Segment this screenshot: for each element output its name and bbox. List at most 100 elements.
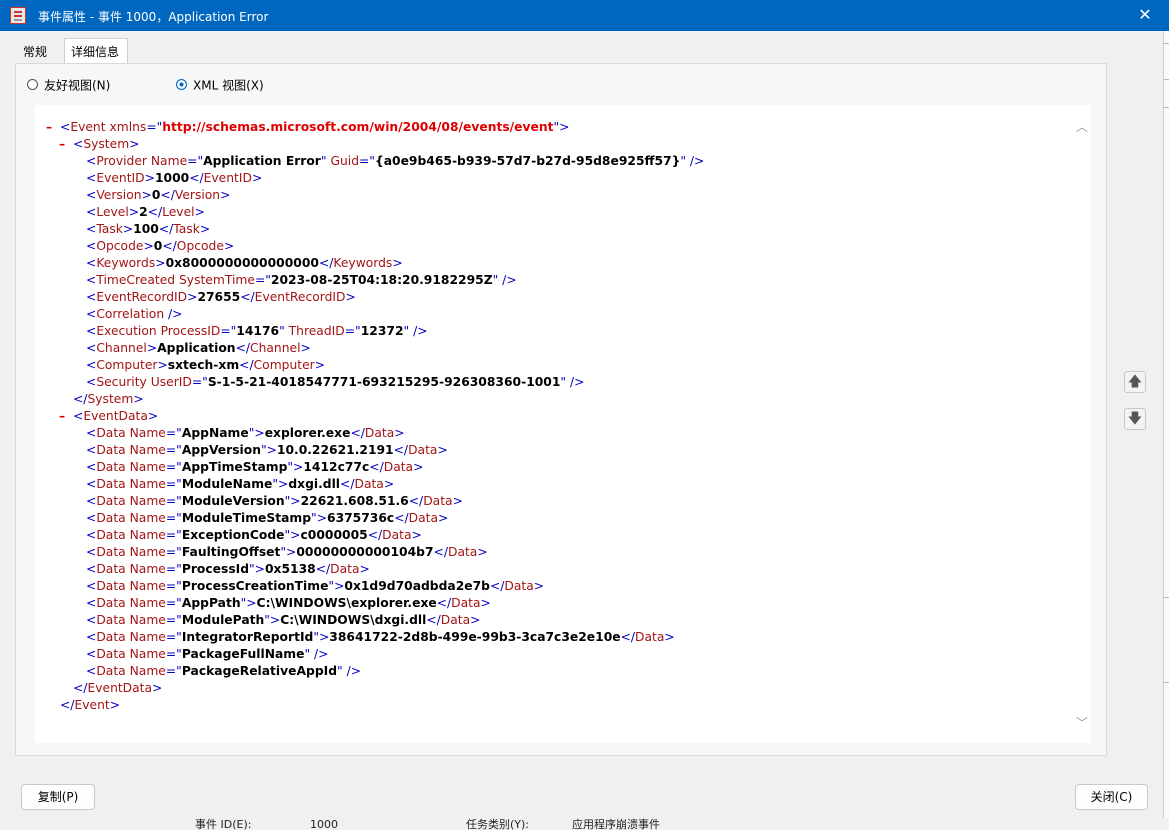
xml-tag: > (392, 256, 403, 270)
xml-val: 0x1d9d70adbda2e7b (344, 579, 490, 593)
xml-tag: > (128, 205, 140, 219)
xml-tag: > (251, 171, 263, 185)
friendly-view-radio[interactable]: 友好视图(N) (27, 77, 110, 93)
xml-val: ModuleName (181, 477, 273, 491)
xml-tag: "> (313, 630, 330, 644)
xml-tag: =" (165, 545, 182, 559)
collapse-toggle-icon[interactable]: – (59, 136, 65, 153)
xml-name: TimeCreated (96, 273, 179, 287)
xml-val: AppVersion (181, 443, 261, 457)
xml-tag: =" (165, 664, 182, 678)
tab-general[interactable]: 常规 (17, 41, 65, 63)
xml-tag: =" (165, 443, 182, 457)
xml-tag: "> (311, 511, 328, 525)
xml-tag: < (73, 137, 84, 151)
xml-name: Data (383, 460, 414, 474)
xml-tag: < (86, 307, 97, 321)
background-window-right-edge (1163, 31, 1169, 830)
xml-tag: </ (162, 239, 177, 253)
xml-tag: </ (408, 494, 424, 508)
xml-val: Application Error (203, 154, 321, 168)
xml-line: <Data Name="AppTimeStamp">1412c77c</Data… (35, 459, 704, 476)
xml-tag: < (86, 171, 97, 185)
xml-tag: </ (350, 426, 365, 440)
xml-tag: > (345, 290, 356, 304)
xml-tag: > (470, 613, 481, 627)
xml-name: Data (96, 494, 130, 508)
xml-tag: > (413, 460, 424, 474)
xml-line: <TimeCreated SystemTime="2023-08-25T04:1… (35, 272, 704, 289)
tab-details[interactable]: 详细信息 (64, 38, 128, 64)
xml-val: 22621.608.51.6 (300, 494, 409, 508)
xml-val: AppPath (181, 596, 241, 610)
xml-attr: Name (129, 664, 166, 678)
event-id-value: 1000 (310, 818, 338, 830)
xml-name: Data (96, 511, 130, 525)
close-button[interactable]: 关闭(C) (1075, 784, 1148, 810)
xml-val: dxgi.dll (288, 477, 341, 491)
xml-tag: < (86, 494, 97, 508)
scroll-up-chevron-icon[interactable]: ︿ (1075, 118, 1089, 134)
xml-tag: "> (260, 443, 277, 457)
previous-event-button[interactable]: 🡅 (1124, 371, 1146, 393)
xml-name: EventData (83, 409, 148, 423)
xml-tag: > (187, 290, 198, 304)
xml-line: <Execution ProcessID="14176" ThreadID="1… (35, 323, 704, 340)
xml-name: Data (96, 443, 130, 457)
xml-tag: /> (168, 307, 183, 321)
xml-attr: Name (129, 460, 166, 474)
xml-name: Event (74, 698, 110, 712)
xml-name: Data (96, 528, 130, 542)
xml-name: Event (70, 120, 110, 134)
scroll-down-chevron-icon[interactable]: ﹀ (1075, 714, 1089, 730)
xml-tag: =" (165, 460, 182, 474)
xml-tag: < (86, 579, 97, 593)
xml-attr: Name (129, 630, 166, 644)
xml-name: Data (96, 477, 130, 491)
xml-tag: </ (73, 681, 88, 695)
xml-view-radio[interactable]: XML 视图(X) (176, 77, 264, 93)
xml-name: Data (440, 613, 471, 627)
xml-tag: =" (187, 154, 204, 168)
xml-tag: =" (191, 375, 208, 389)
xml-tag: "> (248, 426, 265, 440)
xml-line: <Data Name="ModuleTimeStamp">6375736c</D… (35, 510, 704, 527)
xml-attr: Name (129, 477, 166, 491)
xml-attr: Name (129, 562, 166, 576)
collapse-toggle-icon[interactable]: – (46, 119, 52, 136)
xml-tag: > (411, 528, 422, 542)
xml-name: Opcode (176, 239, 224, 253)
xml-name: Keywords (333, 256, 393, 270)
xml-ns: http://schemas.microsoft.com/win/2004/08… (162, 120, 554, 134)
xml-val: C:\WINDOWS\dxgi.dll (280, 613, 427, 627)
xml-name: Data (408, 511, 439, 525)
xml-tag: < (86, 358, 97, 372)
xml-tag: </ (393, 443, 409, 457)
title-bar: 事件属性 - 事件 1000，Application Error ✕ (0, 0, 1169, 31)
next-event-button[interactable]: 🡇 (1124, 408, 1146, 430)
copy-button[interactable]: 复制(P) (21, 784, 95, 810)
collapse-toggle-icon[interactable]: – (59, 408, 65, 425)
xml-line: <Level>2</Level> (35, 204, 704, 221)
xml-tag: </ (367, 528, 383, 542)
xml-attr: Name (129, 426, 166, 440)
xml-name: EventID (96, 171, 145, 185)
xml-val: AppName (181, 426, 249, 440)
xml-line: <Channel>Application</Channel> (35, 340, 704, 357)
xml-content-area[interactable]: – <Event xmlns="http://schemas.microsoft.… (35, 105, 1090, 743)
xml-line: <Data Name="PackageRelativeAppId" /> (35, 663, 704, 680)
xml-name: Level (162, 205, 195, 219)
close-window-button[interactable]: ✕ (1135, 5, 1155, 25)
xml-tag: </ (436, 596, 452, 610)
xml-tag: < (86, 477, 97, 491)
xml-line: <Data Name="ProcessCreationTime">0x1d9d7… (35, 578, 704, 595)
xml-tag: > (143, 239, 154, 253)
xml-tag: " /> (304, 647, 329, 661)
xml-tag: > (199, 222, 211, 236)
xml-tag: =" (165, 630, 182, 644)
xml-attr: Name (129, 443, 166, 457)
xml-tag: =" (165, 494, 182, 508)
xml-name: Channel (96, 341, 147, 355)
xml-tag: < (86, 324, 97, 338)
xml-tag: " /> (560, 375, 585, 389)
